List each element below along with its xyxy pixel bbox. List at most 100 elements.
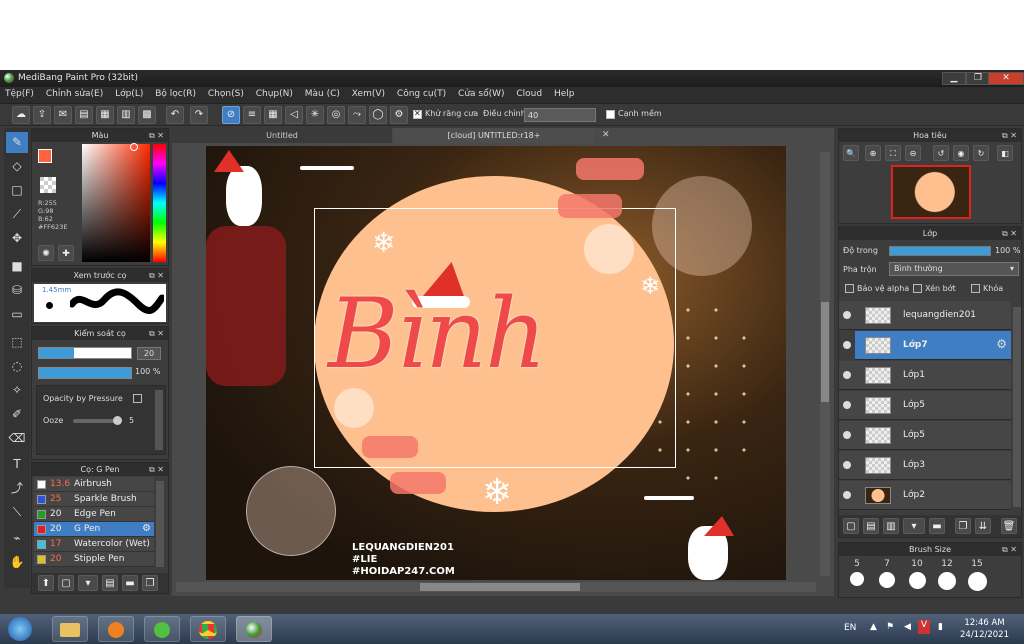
clipping-checkbox[interactable] — [913, 284, 922, 293]
eye-icon[interactable] — [843, 371, 851, 379]
maximize-button[interactable]: ❐ — [966, 72, 990, 85]
select-rect-tool-icon[interactable]: ⬚ — [6, 332, 28, 353]
minimize-button[interactable]: ▁ — [942, 72, 966, 85]
clock[interactable]: 12:46 AM 24/12/2021 — [960, 617, 1009, 641]
magic-wand-tool-icon[interactable]: ✧ — [6, 380, 28, 401]
horizontal-scrollbar[interactable] — [176, 582, 816, 592]
cloud-save-icon[interactable]: ☁ — [12, 106, 30, 124]
layer-row-selected[interactable]: Lớp7 ⚙ — [855, 331, 1011, 360]
add-layer-menu-icon[interactable]: ▾ — [903, 518, 925, 534]
eye-icon[interactable] — [843, 341, 851, 349]
brush-size-5[interactable]: 5 — [843, 559, 871, 586]
brush-item-sparkle[interactable]: 25 Sparkle Brush — [34, 492, 154, 507]
snap-radial-icon[interactable]: ✳ — [306, 106, 324, 124]
rotate-left-icon[interactable]: ↺ — [933, 145, 949, 161]
panel-popout-icon[interactable]: ⧉ ✕ — [1002, 543, 1017, 556]
brush-size-12[interactable]: 12 — [933, 559, 961, 590]
close-button[interactable]: ✕ — [988, 72, 1024, 85]
lasso-tool-icon[interactable]: ◌ — [6, 356, 28, 377]
protect-alpha-checkbox[interactable] — [845, 284, 854, 293]
new-halftone-layer-icon[interactable]: ▤ — [863, 518, 879, 534]
media-player-taskbar-icon[interactable] — [98, 616, 134, 642]
panel-popout-icon[interactable]: ⧉ ✕ — [1002, 227, 1017, 240]
share-icon[interactable]: ⇪ — [33, 106, 51, 124]
brush-item-stipple[interactable]: 20 Stipple Pen — [34, 552, 154, 567]
menu-cloud[interactable]: Cloud — [511, 87, 546, 99]
move-tool-icon[interactable]: ✥ — [6, 228, 28, 249]
menu-tools[interactable]: Công cụ(T) — [392, 87, 450, 99]
new-8bit-layer-icon[interactable]: ▥ — [883, 518, 899, 534]
brush-tool-icon[interactable]: ✎ — [6, 132, 28, 153]
layer-row[interactable]: Lớp5 — [839, 421, 1011, 450]
snap-settings-icon[interactable]: ⚙ — [390, 106, 408, 124]
menu-help[interactable]: Help — [549, 87, 579, 99]
lock-checkbox[interactable] — [971, 284, 980, 293]
layer-row[interactable]: Lớp3 — [839, 451, 1011, 480]
panel-icon[interactable]: ▥ — [117, 106, 135, 124]
snap-ellipse-icon[interactable]: ◯ — [369, 106, 387, 124]
snap-off-icon[interactable]: ⊘ — [222, 106, 240, 124]
flip-icon[interactable]: ◧ — [997, 145, 1013, 161]
brush-item-g-pen[interactable]: 20 G Pen ⚙ — [34, 522, 154, 537]
layer-row[interactable]: Lớp1 — [839, 361, 1011, 390]
medibang-taskbar-icon[interactable] — [236, 616, 272, 642]
menu-color[interactable]: Màu (C) — [300, 87, 344, 99]
menu-layer[interactable]: Lớp(L) — [110, 87, 147, 99]
redo-icon[interactable]: ↷ — [190, 106, 208, 124]
flag-icon[interactable]: ⚑ — [886, 622, 894, 632]
blend-mode-select[interactable]: Bình thường ▾ — [889, 262, 1019, 276]
eye-icon[interactable] — [843, 431, 851, 439]
brush-size-7[interactable]: 7 — [873, 559, 901, 588]
eye-icon[interactable] — [843, 491, 851, 499]
merge-layer-icon[interactable]: ⇊ — [975, 518, 991, 534]
tab-cloud-untitled[interactable]: [cloud] UNTITLED:r18+ — [394, 128, 594, 143]
transparent-color-swatch[interactable] — [40, 177, 56, 193]
brush-item-watercolor[interactable]: 17 Watercolor (Wet) — [34, 537, 154, 552]
material-icon[interactable]: ▤ — [75, 106, 93, 124]
brush-copy-icon[interactable]: ❐ — [142, 575, 158, 591]
folder-icon[interactable]: ▬ — [929, 518, 945, 534]
menu-snap[interactable]: Chụp(N) — [251, 87, 297, 99]
comment-icon[interactable]: ✉ — [54, 106, 72, 124]
snap-circle-icon[interactable]: ◎ — [327, 106, 345, 124]
brush-settings-scrollbar[interactable] — [155, 390, 163, 450]
fill-rect-tool-icon[interactable]: ■ — [6, 256, 28, 277]
panel-popout-icon[interactable]: ⧉ ✕ — [149, 269, 164, 282]
opacity-pressure-checkbox[interactable] — [133, 394, 142, 403]
select-eraser-tool-icon[interactable]: ⌫ — [6, 428, 28, 449]
tab-untitled[interactable]: Untitled — [172, 128, 392, 143]
antivirus-icon[interactable]: V — [918, 620, 930, 634]
layer-row[interactable]: lequangdien201 — [839, 301, 1011, 330]
zoom-icon[interactable]: 🔍 — [843, 145, 859, 161]
palette-icon[interactable]: ✺ — [38, 245, 54, 261]
menu-file[interactable]: Tệp(F) — [0, 87, 38, 99]
layer-row[interactable]: Lớp2 — [839, 481, 1011, 510]
eye-icon[interactable] — [843, 401, 851, 409]
eyedropper-tool-icon[interactable]: ⌁ — [6, 528, 28, 549]
bucket-tool-icon[interactable]: ⛁ — [6, 280, 28, 301]
explorer-taskbar-icon[interactable] — [52, 616, 88, 642]
eye-icon[interactable] — [843, 311, 851, 319]
snap-perspective-icon[interactable]: ◁ — [285, 106, 303, 124]
navigator-thumbnail[interactable] — [891, 165, 971, 219]
gear-icon[interactable]: ⚙ — [996, 337, 1007, 351]
operation-tool-icon[interactable]: ⤴ — [6, 478, 28, 499]
panel-popout-icon[interactable]: ⧉ ✕ — [149, 463, 164, 476]
adjust-input[interactable] — [524, 108, 596, 122]
brush-settings-icon[interactable]: ▤ — [102, 575, 118, 591]
brush-menu-icon[interactable]: ▾ — [78, 575, 98, 591]
zoom-out-icon[interactable]: ⊖ — [905, 145, 921, 161]
zoom-in-icon[interactable]: ⊕ — [865, 145, 881, 161]
brush-add-icon[interactable]: ⬆ — [38, 575, 54, 591]
divide-tool-icon[interactable]: ⟍ — [6, 502, 28, 523]
speaker-icon[interactable]: ◀ — [904, 622, 911, 632]
brush-size-value[interactable]: 20 — [137, 347, 161, 360]
hand-tool-icon[interactable]: ✋ — [6, 552, 28, 573]
grid-icon[interactable]: ▩ — [138, 106, 156, 124]
gear-icon[interactable]: ⚙ — [142, 523, 151, 534]
menu-select[interactable]: Chọn(S) — [203, 87, 248, 99]
new-layer-icon[interactable]: ▢ — [843, 518, 859, 534]
brush-item-airbrush[interactable]: 13.6 Airbrush — [34, 477, 154, 492]
layer-opacity-slider[interactable] — [889, 246, 991, 256]
brush-size-15[interactable]: 15 — [963, 559, 991, 591]
